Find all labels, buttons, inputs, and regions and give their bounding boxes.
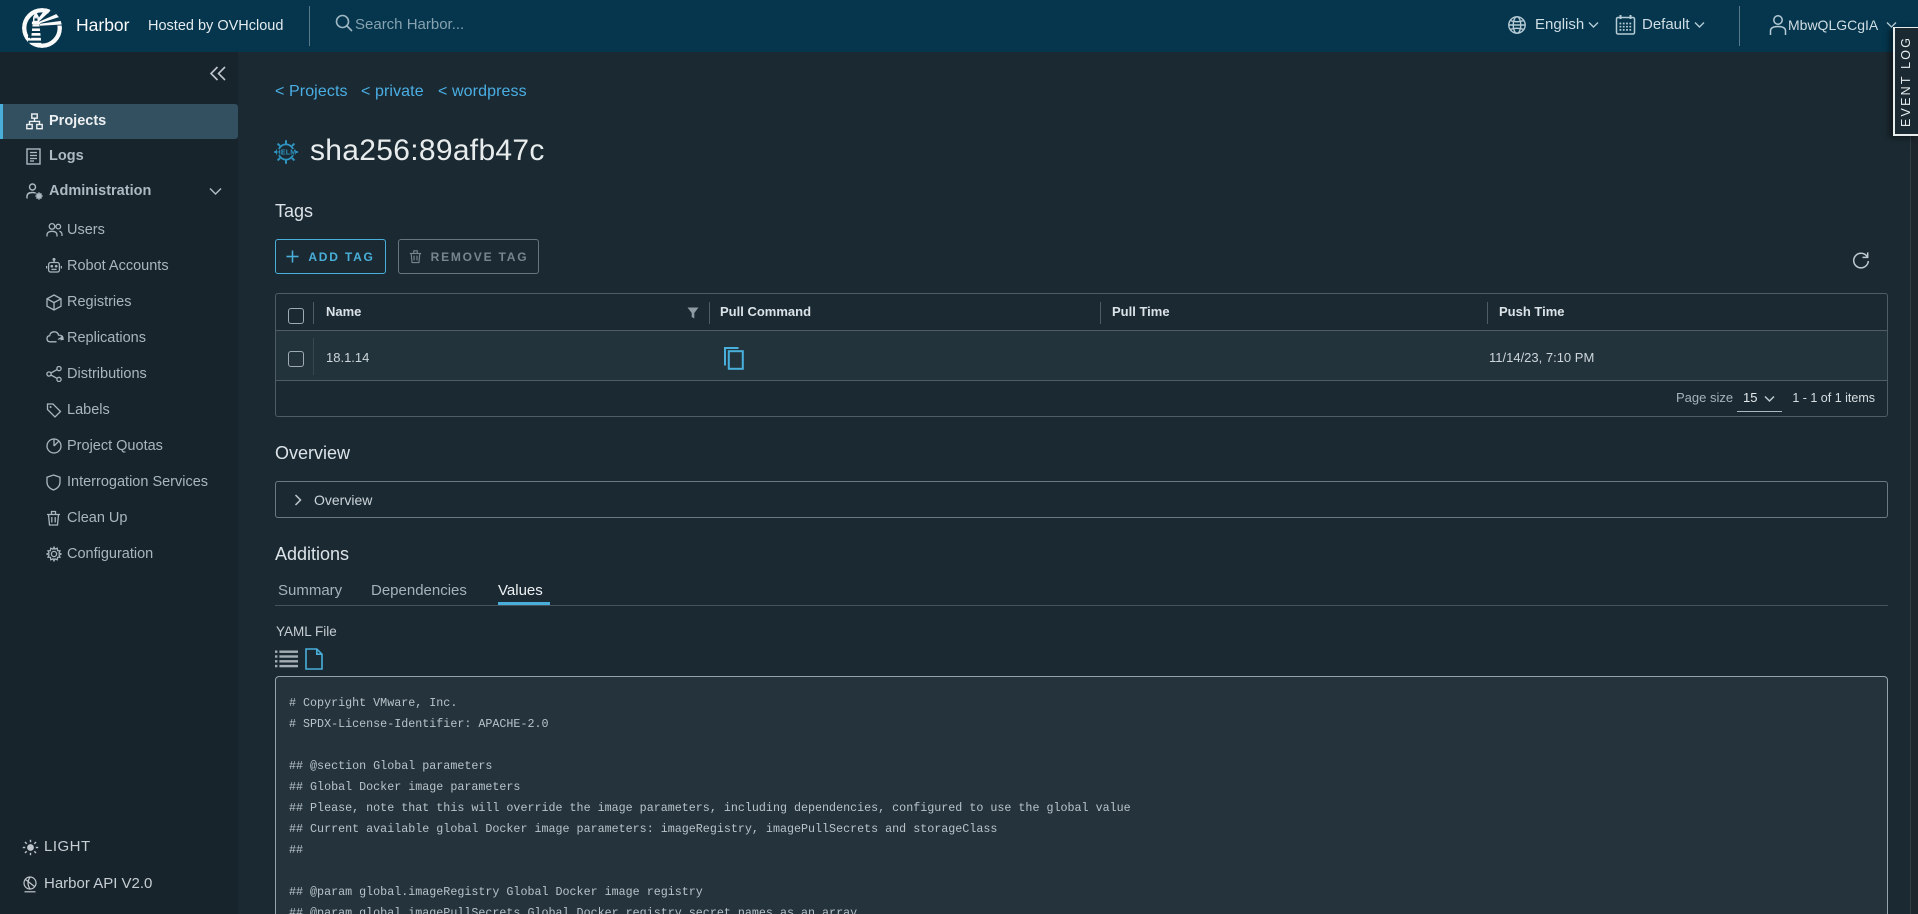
svg-text:HELM: HELM <box>276 150 297 157</box>
